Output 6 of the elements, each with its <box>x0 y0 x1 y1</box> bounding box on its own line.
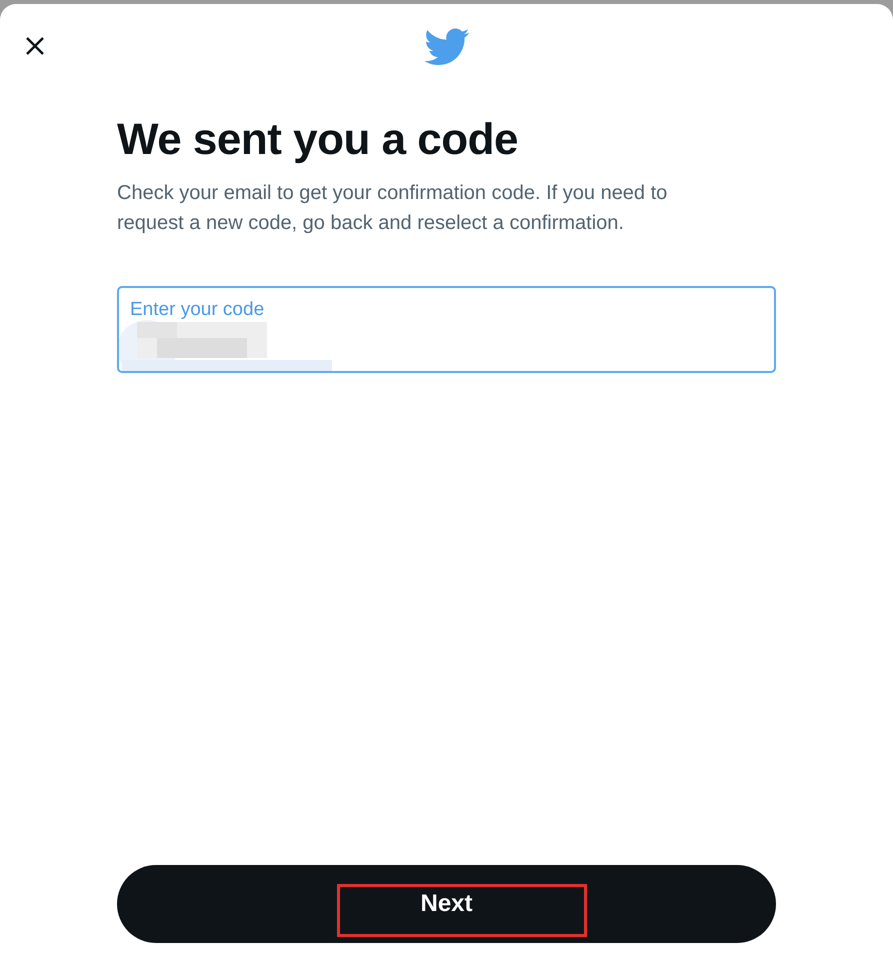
next-button[interactable]: Next <box>117 865 776 943</box>
close-icon <box>25 36 45 56</box>
bird-logo-icon <box>425 28 470 66</box>
field-label: Enter your code <box>130 300 266 320</box>
dialog-heading: We sent you a code <box>117 116 519 164</box>
instruction-text: Check your email to get your confirmation code. If you need to request a new code, go back and reselect a confirmation. <box>117 181 668 236</box>
